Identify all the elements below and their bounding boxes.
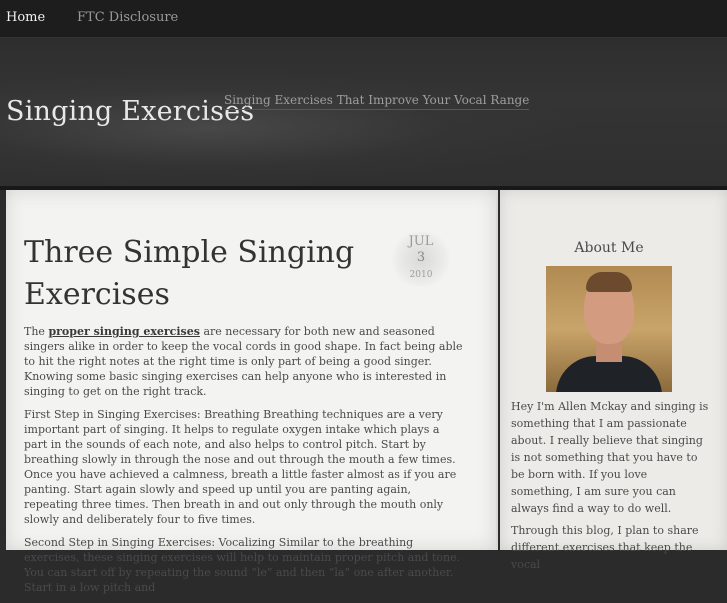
site-title[interactable]: Singing Exercises xyxy=(6,96,254,127)
post-title[interactable]: Three Simple Singing Exercises xyxy=(24,232,364,316)
date-year: 2010 xyxy=(409,270,433,280)
about-me-heading: About Me xyxy=(574,240,644,256)
post-paragraph: First Step in Singing Exercises: Breathi… xyxy=(24,408,457,526)
header-decoration xyxy=(0,68,580,188)
avatar-hair xyxy=(586,272,632,292)
top-navigation: Home FTC Disclosure xyxy=(0,0,727,38)
post-body: The proper singing exercises are necessa… xyxy=(24,324,466,603)
sidebar: About Me Hey I'm Allen Mckay and singing… xyxy=(500,190,727,571)
main-content: Three Simple Singing Exercises JUL 3 201… xyxy=(6,190,498,594)
date-day: 3 xyxy=(416,250,426,265)
nav-ftc-disclosure-link[interactable]: FTC Disclosure xyxy=(77,10,178,25)
post-paragraph: Second Step in Singing Exercises: Vocali… xyxy=(24,536,461,594)
site-header: Singing Exercises Singing Exercises That… xyxy=(0,38,727,188)
date-month: JUL xyxy=(408,234,434,249)
about-paragraph: Hey I'm Allen Mckay and singing is somet… xyxy=(511,400,709,515)
paragraph-text: The xyxy=(24,325,49,338)
post-paragraph: The proper singing exercises are necessa… xyxy=(24,324,466,399)
post-date-badge: JUL 3 2010 xyxy=(384,230,458,288)
proper-singing-exercises-link[interactable]: proper singing exercises xyxy=(48,325,200,338)
site-tagline: Singing Exercises That Improve Your Voca… xyxy=(224,93,530,110)
about-paragraph: Through this blog, I plan to share diffe… xyxy=(511,524,699,571)
nav-home-link[interactable]: Home xyxy=(6,10,45,25)
author-avatar xyxy=(546,266,672,392)
about-me-text: Hey I'm Allen Mckay and singing is somet… xyxy=(511,398,711,578)
